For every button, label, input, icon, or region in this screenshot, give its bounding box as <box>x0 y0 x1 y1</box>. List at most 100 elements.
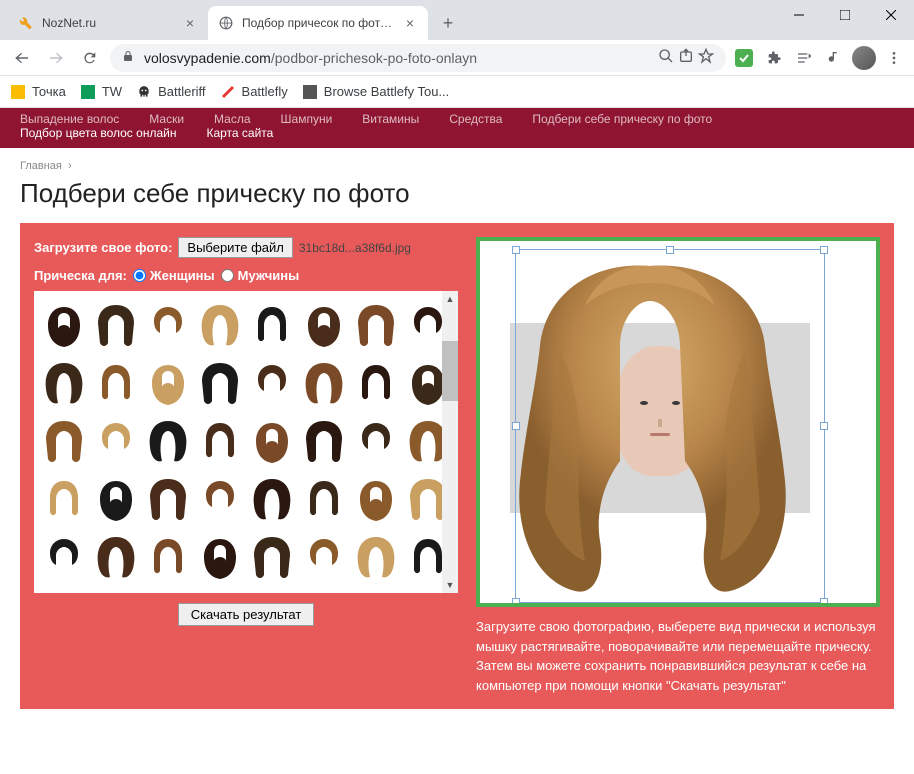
hairstyle-option[interactable] <box>350 295 402 353</box>
scroll-down-icon[interactable]: ▼ <box>442 577 458 593</box>
handle-bl[interactable] <box>512 598 520 606</box>
hairstyle-option[interactable] <box>38 353 90 411</box>
hairstyle-option[interactable] <box>246 469 298 527</box>
hairstyle-option[interactable] <box>194 353 246 411</box>
ext-music-icon[interactable] <box>822 46 846 70</box>
reload-button[interactable] <box>76 44 104 72</box>
hairstyle-option[interactable] <box>142 527 194 585</box>
hairstyle-option[interactable] <box>194 411 246 469</box>
hairstyle-option[interactable] <box>298 353 350 411</box>
wrench-icon <box>18 15 34 31</box>
close-icon[interactable]: × <box>182 15 198 31</box>
bookmark-battlefly[interactable]: Battlefly <box>220 84 288 100</box>
handle-ml[interactable] <box>512 422 520 430</box>
hairstyle-tool: Загрузите свое фото: Выберите файл 31bc1… <box>20 223 894 709</box>
hairstyle-option[interactable] <box>350 469 402 527</box>
hairstyle-option[interactable] <box>194 469 246 527</box>
nav-item[interactable]: Подбор цвета волос онлайн <box>20 126 176 140</box>
hairstyle-option[interactable] <box>142 295 194 353</box>
scrollbar[interactable]: ▲ ▼ <box>442 291 458 593</box>
search-icon[interactable] <box>658 48 674 67</box>
avatar[interactable] <box>852 46 876 70</box>
tab-active[interactable]: Подбор причесок по фото онла × <box>208 6 428 40</box>
hairstyle-option[interactable] <box>298 295 350 353</box>
handle-tr[interactable] <box>820 246 828 254</box>
back-button[interactable] <box>8 44 36 72</box>
globe-icon <box>218 15 234 31</box>
hairstyle-option[interactable] <box>142 353 194 411</box>
hairstyle-option[interactable] <box>194 295 246 353</box>
bookmark-tochka[interactable]: Точка <box>10 84 66 100</box>
scroll-up-icon[interactable]: ▲ <box>442 291 458 307</box>
window-controls <box>776 0 914 30</box>
site-nav: Выпадение волос Маски Масла Шампуни Вита… <box>0 108 914 148</box>
hairstyle-option[interactable] <box>38 295 90 353</box>
nav-item[interactable]: Витамины <box>362 112 419 126</box>
minimize-button[interactable] <box>776 0 822 30</box>
handle-br[interactable] <box>820 598 828 606</box>
handle-mr[interactable] <box>820 422 828 430</box>
hairstyle-option[interactable] <box>350 411 402 469</box>
hairstyle-option[interactable] <box>90 353 142 411</box>
omnibox[interactable]: volosvypadenie.com/podbor-prichesok-po-f… <box>110 44 726 72</box>
nav-item[interactable]: Подбери себе прическу по фото <box>532 112 712 126</box>
nav-item[interactable]: Карта сайта <box>206 126 273 140</box>
hairstyle-option[interactable] <box>298 527 350 585</box>
selection-handles[interactable] <box>515 249 825 603</box>
star-icon[interactable] <box>698 48 714 67</box>
hairstyle-option[interactable] <box>298 469 350 527</box>
hairstyle-option[interactable] <box>350 527 402 585</box>
preview-canvas[interactable] <box>476 237 880 607</box>
hairstyle-option[interactable] <box>90 469 142 527</box>
handle-tl[interactable] <box>512 246 520 254</box>
close-button[interactable] <box>868 0 914 30</box>
breadcrumb-home[interactable]: Главная <box>20 160 62 172</box>
nav-item[interactable]: Выпадение волос <box>20 112 119 126</box>
hairstyle-option[interactable] <box>194 527 246 585</box>
scroll-thumb[interactable] <box>442 341 458 401</box>
hairstyle-option[interactable] <box>90 527 142 585</box>
hairstyle-option[interactable] <box>38 527 90 585</box>
hairstyle-option[interactable] <box>246 295 298 353</box>
bookmark-battlefy[interactable]: Browse Battlefy Tou... <box>302 84 450 100</box>
bookmark-tw[interactable]: TW <box>80 84 122 100</box>
hairstyle-option[interactable] <box>246 353 298 411</box>
hairstyle-option[interactable] <box>90 295 142 353</box>
hairstyle-option[interactable] <box>38 411 90 469</box>
maximize-button[interactable] <box>822 0 868 30</box>
hairstyle-option[interactable] <box>246 411 298 469</box>
ext-list-icon[interactable] <box>792 46 816 70</box>
nav-item[interactable]: Средства <box>449 112 502 126</box>
extensions <box>732 46 906 70</box>
close-icon[interactable]: × <box>402 15 418 31</box>
gender-men-radio[interactable] <box>221 269 234 282</box>
menu-icon[interactable] <box>882 46 906 70</box>
hairstyle-option[interactable] <box>142 469 194 527</box>
choose-file-button[interactable]: Выберите файл <box>178 237 292 258</box>
ext-puzzle-icon[interactable] <box>762 46 786 70</box>
lock-icon <box>122 49 134 66</box>
share-icon[interactable] <box>678 48 694 67</box>
forward-button[interactable] <box>42 44 70 72</box>
gender-women-radio[interactable] <box>133 269 146 282</box>
handle-tm[interactable] <box>666 246 674 254</box>
hairstyle-option[interactable] <box>38 469 90 527</box>
nav-item[interactable]: Маски <box>149 112 184 126</box>
hairstyle-option[interactable] <box>298 411 350 469</box>
ext-check-icon[interactable] <box>732 46 756 70</box>
hairstyle-option[interactable] <box>142 411 194 469</box>
nav-item[interactable]: Масла <box>214 112 250 126</box>
hairstyle-option[interactable] <box>350 353 402 411</box>
bookmark-battleriff[interactable]: Battleriff <box>136 84 205 100</box>
url-text: volosvypadenie.com/podbor-prichesok-po-f… <box>144 50 477 66</box>
new-tab-button[interactable]: + <box>434 9 462 37</box>
tab-noznet[interactable]: NozNet.ru × <box>8 6 208 40</box>
download-button[interactable]: Скачать результат <box>178 603 315 626</box>
nav-item[interactable]: Шампуни <box>281 112 333 126</box>
skull-icon <box>136 84 152 100</box>
green-square-icon <box>80 84 96 100</box>
upload-row: Загрузите свое фото: Выберите файл 31bc1… <box>34 237 458 258</box>
hairstyle-option[interactable] <box>90 411 142 469</box>
page-content: Выпадение волос Маски Масла Шампуни Вита… <box>0 108 914 774</box>
hairstyle-option[interactable] <box>246 527 298 585</box>
